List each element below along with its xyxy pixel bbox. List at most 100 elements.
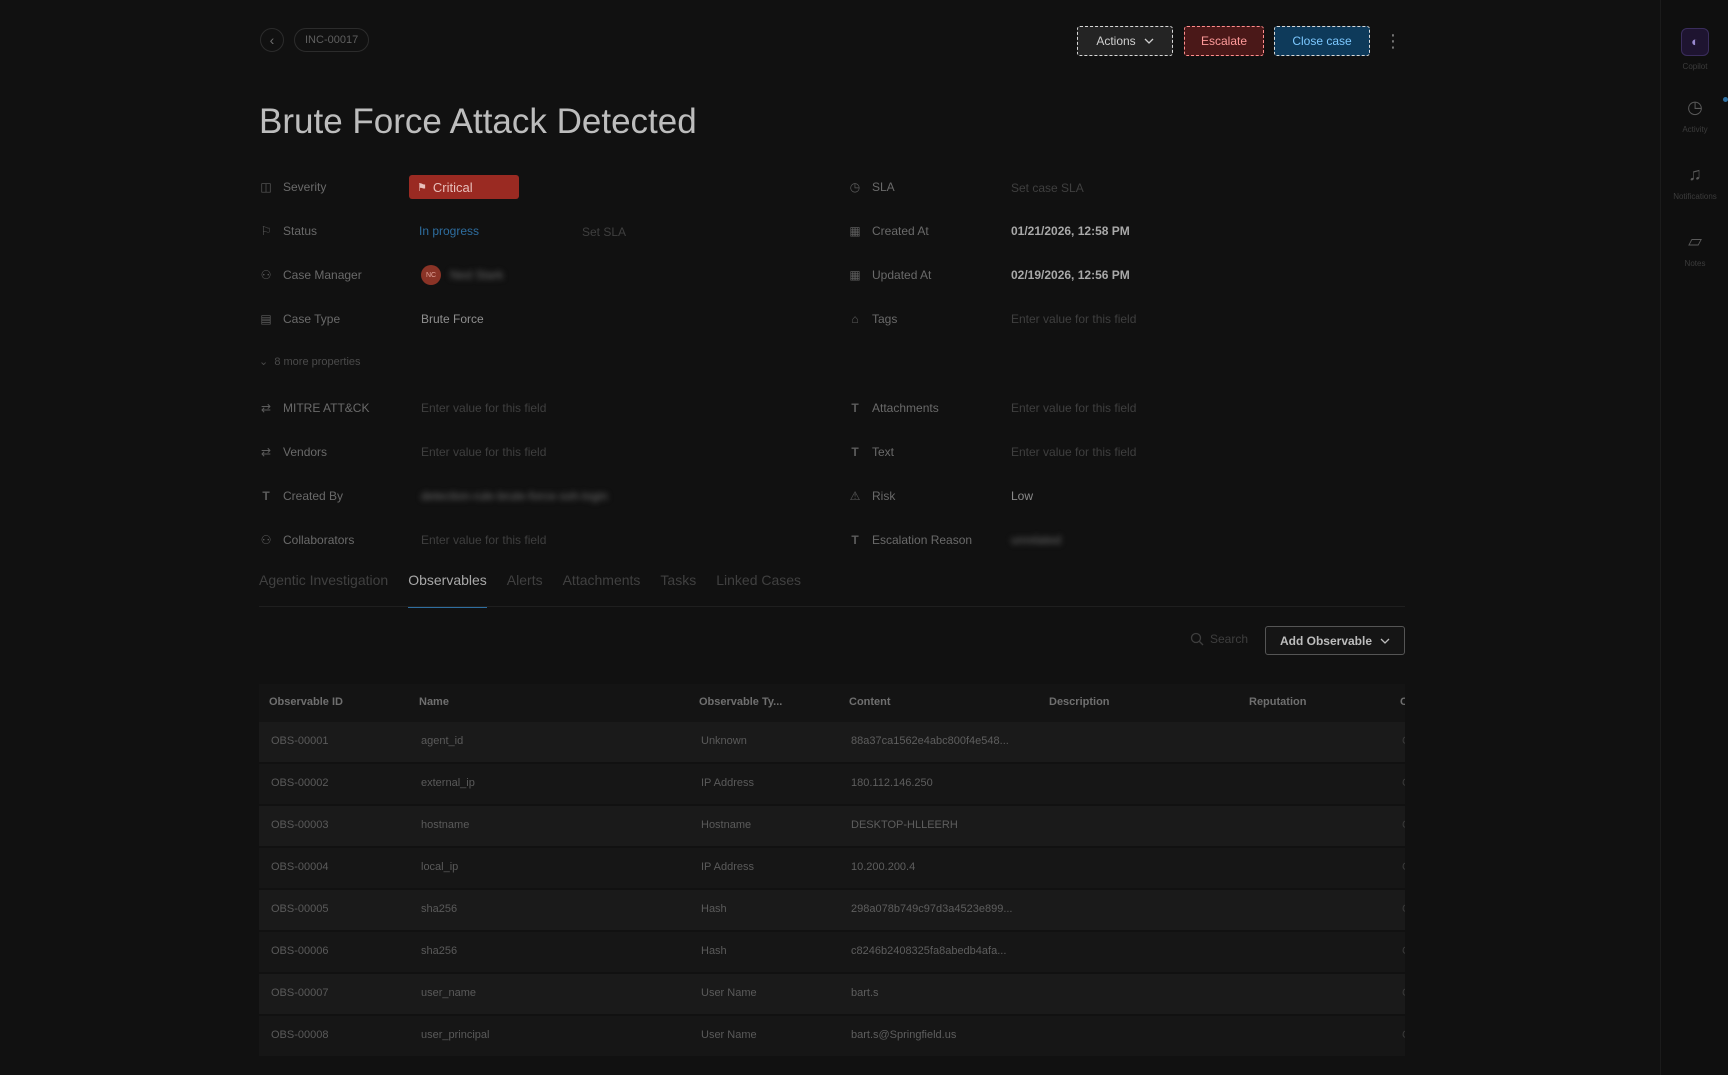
content-cell: 10.200.200.4 (851, 861, 916, 873)
edge-cell: C (1402, 861, 1405, 873)
table-row[interactable]: OBS-00004 local_ip IP Address 10.200.200.4 C (259, 848, 1405, 888)
column-header[interactable]: C (1400, 696, 1405, 708)
actions-button[interactable]: Actions (1077, 26, 1173, 56)
copilot-button[interactable]: ◐ Copilot (1661, 28, 1728, 71)
table-row[interactable]: OBS-00003 hostname Hostname DESKTOP-HLLEERH… (259, 806, 1405, 846)
case-type-value[interactable]: Brute Force (421, 312, 484, 326)
tab-linked-cases[interactable]: Linked Cases (716, 572, 801, 606)
table-row[interactable]: OBS-00002 external_ip IP Address 180.112.14… (259, 764, 1405, 804)
observable-type-cell: Hash (701, 903, 727, 915)
column-header[interactable]: Reputation (1249, 696, 1306, 708)
notifications-button[interactable]: ♫ Notifications (1661, 162, 1728, 201)
tag-icon: ⌂ (851, 312, 859, 326)
risk-label: Risk (872, 489, 896, 503)
column-header[interactable]: Observable Ty... (699, 696, 782, 708)
name-cell: local_ip (421, 861, 459, 873)
flag-icon: ⚑ (417, 181, 427, 194)
column-header[interactable]: Observable ID (269, 696, 343, 708)
activity-button[interactable]: ◷ Activity (1661, 95, 1728, 134)
clock-icon: ◷ (1683, 95, 1728, 119)
observable-id-cell: OBS-00001 (271, 735, 329, 747)
name-cell: sha256 (421, 945, 458, 957)
risk-value[interactable]: Low (1011, 489, 1033, 503)
table-row[interactable]: OBS-00001 agent_id Unknown 88a37ca1562e4abc… (259, 722, 1405, 762)
edge-cell: C (1402, 945, 1405, 957)
close-case-button[interactable]: Close case (1274, 26, 1370, 56)
table-row[interactable]: OBS-00007 user_name User Name bart.s C (259, 974, 1405, 1014)
tab-observables[interactable]: Observables (408, 572, 487, 608)
right-rail: ◐ Copilot ◷ Activity ♫ Notifications ▱ N… (1660, 0, 1728, 1075)
copilot-icon: ◐ (1681, 28, 1709, 56)
tags-input[interactable]: Enter value for this field (1011, 312, 1136, 326)
content-cell: c8246b2408325fa8abedb4afa... (851, 945, 1007, 957)
observable-id-cell: OBS-00005 (271, 903, 329, 915)
tab-agentic-investigation[interactable]: Agentic Investigation (259, 572, 388, 606)
severity-label: Severity (283, 180, 327, 194)
text-icon: T (262, 489, 270, 503)
observable-type-cell: IP Address (701, 777, 754, 789)
escalate-button[interactable]: Escalate (1184, 26, 1264, 56)
collaborators-input[interactable]: Enter value for this field (421, 533, 546, 547)
more-options-icon[interactable]: ⋮ (1384, 30, 1402, 54)
case-type-label: Case Type (283, 312, 341, 326)
content-cell: bart.s (851, 987, 879, 999)
table-row[interactable]: OBS-00008 user_principal User Name bart.s@S… (259, 1016, 1405, 1056)
flag-outline-icon: ⚐ (260, 224, 272, 238)
case-manager-value[interactable]: Ned Stark (450, 268, 503, 282)
set-sla-link[interactable]: Set SLA (582, 225, 626, 239)
table-row[interactable]: OBS-00005 sha256 Hash 298a078b749c97d3a4523… (259, 890, 1405, 930)
edge-cell: C (1402, 735, 1405, 747)
sla-input[interactable]: Set case SLA (1011, 181, 1084, 195)
tabs-divider (259, 606, 1405, 607)
observable-type-cell: User Name (701, 1029, 757, 1041)
tab-tasks[interactable]: Tasks (660, 572, 696, 606)
text-icon: T (851, 401, 859, 415)
tab-alerts[interactable]: Alerts (507, 572, 543, 606)
notes-button[interactable]: ▱ Notes (1661, 229, 1728, 268)
activity-label: Activity (1682, 125, 1708, 134)
content-cell: 88a37ca1562e4abc800f4e548... (851, 735, 1009, 747)
content-cell: DESKTOP-HLLEERH (851, 819, 958, 831)
vendors-input[interactable]: Enter value for this field (421, 445, 546, 459)
severity-badge[interactable]: ⚑ Critical (409, 175, 519, 199)
tags-label: Tags (872, 312, 898, 326)
severity-value: Critical (432, 179, 473, 195)
severity-icon: ◫ (260, 180, 272, 194)
name-cell: sha256 (421, 903, 458, 915)
text-input[interactable]: Enter value for this field (1011, 445, 1136, 459)
search-input[interactable]: Search (1190, 632, 1248, 646)
case-manager-label: Case Manager (283, 268, 362, 282)
collaborators-label: Collaborators (283, 533, 355, 547)
column-header[interactable]: Name (419, 696, 449, 708)
mitre-input[interactable]: Enter value for this field (421, 401, 546, 415)
table-row[interactable]: OBS-00006 sha256 Hash c8246b2408325fa8abedb… (259, 932, 1405, 972)
list-icon: ⇄ (260, 401, 272, 415)
edge-cell: C (1402, 777, 1405, 789)
table-header: Observable ID Name Observable Ty... Cont… (259, 684, 1405, 722)
notifications-label: Notifications (1673, 192, 1717, 201)
more-properties-label: 8 more properties (274, 356, 361, 368)
observable-type-cell: Hostname (701, 819, 752, 831)
column-header[interactable]: Content (849, 696, 891, 708)
note-icon: ▱ (1688, 231, 1702, 251)
observable-type-cell: Hash (701, 945, 727, 957)
escalation-reason-value[interactable]: unrelated (1011, 533, 1061, 547)
add-observable-button[interactable]: Add Observable (1265, 626, 1405, 655)
attachments-input[interactable]: Enter value for this field (1011, 401, 1136, 415)
status-value[interactable]: In progress (419, 224, 479, 238)
search-placeholder: Search (1210, 632, 1249, 646)
observable-type-cell: User Name (701, 987, 757, 999)
case-id-chip: INC-00017 (294, 28, 370, 52)
observable-type-cell: IP Address (701, 861, 754, 873)
name-cell: user_principal (421, 1029, 490, 1041)
case-tabs: Agentic Investigation Observables Alerts… (259, 572, 801, 608)
search-icon (1190, 632, 1204, 646)
observable-id-cell: OBS-00006 (271, 945, 329, 957)
column-header[interactable]: Description (1049, 696, 1110, 708)
back-button[interactable]: ‹ (260, 28, 284, 52)
edge-cell: C (1402, 1029, 1405, 1041)
name-cell: external_ip (421, 777, 475, 789)
mitre-label: MITRE ATT&CK (283, 401, 370, 415)
more-properties-toggle[interactable]: ⌄ 8 more properties (259, 355, 361, 368)
tab-attachments[interactable]: Attachments (563, 572, 641, 606)
